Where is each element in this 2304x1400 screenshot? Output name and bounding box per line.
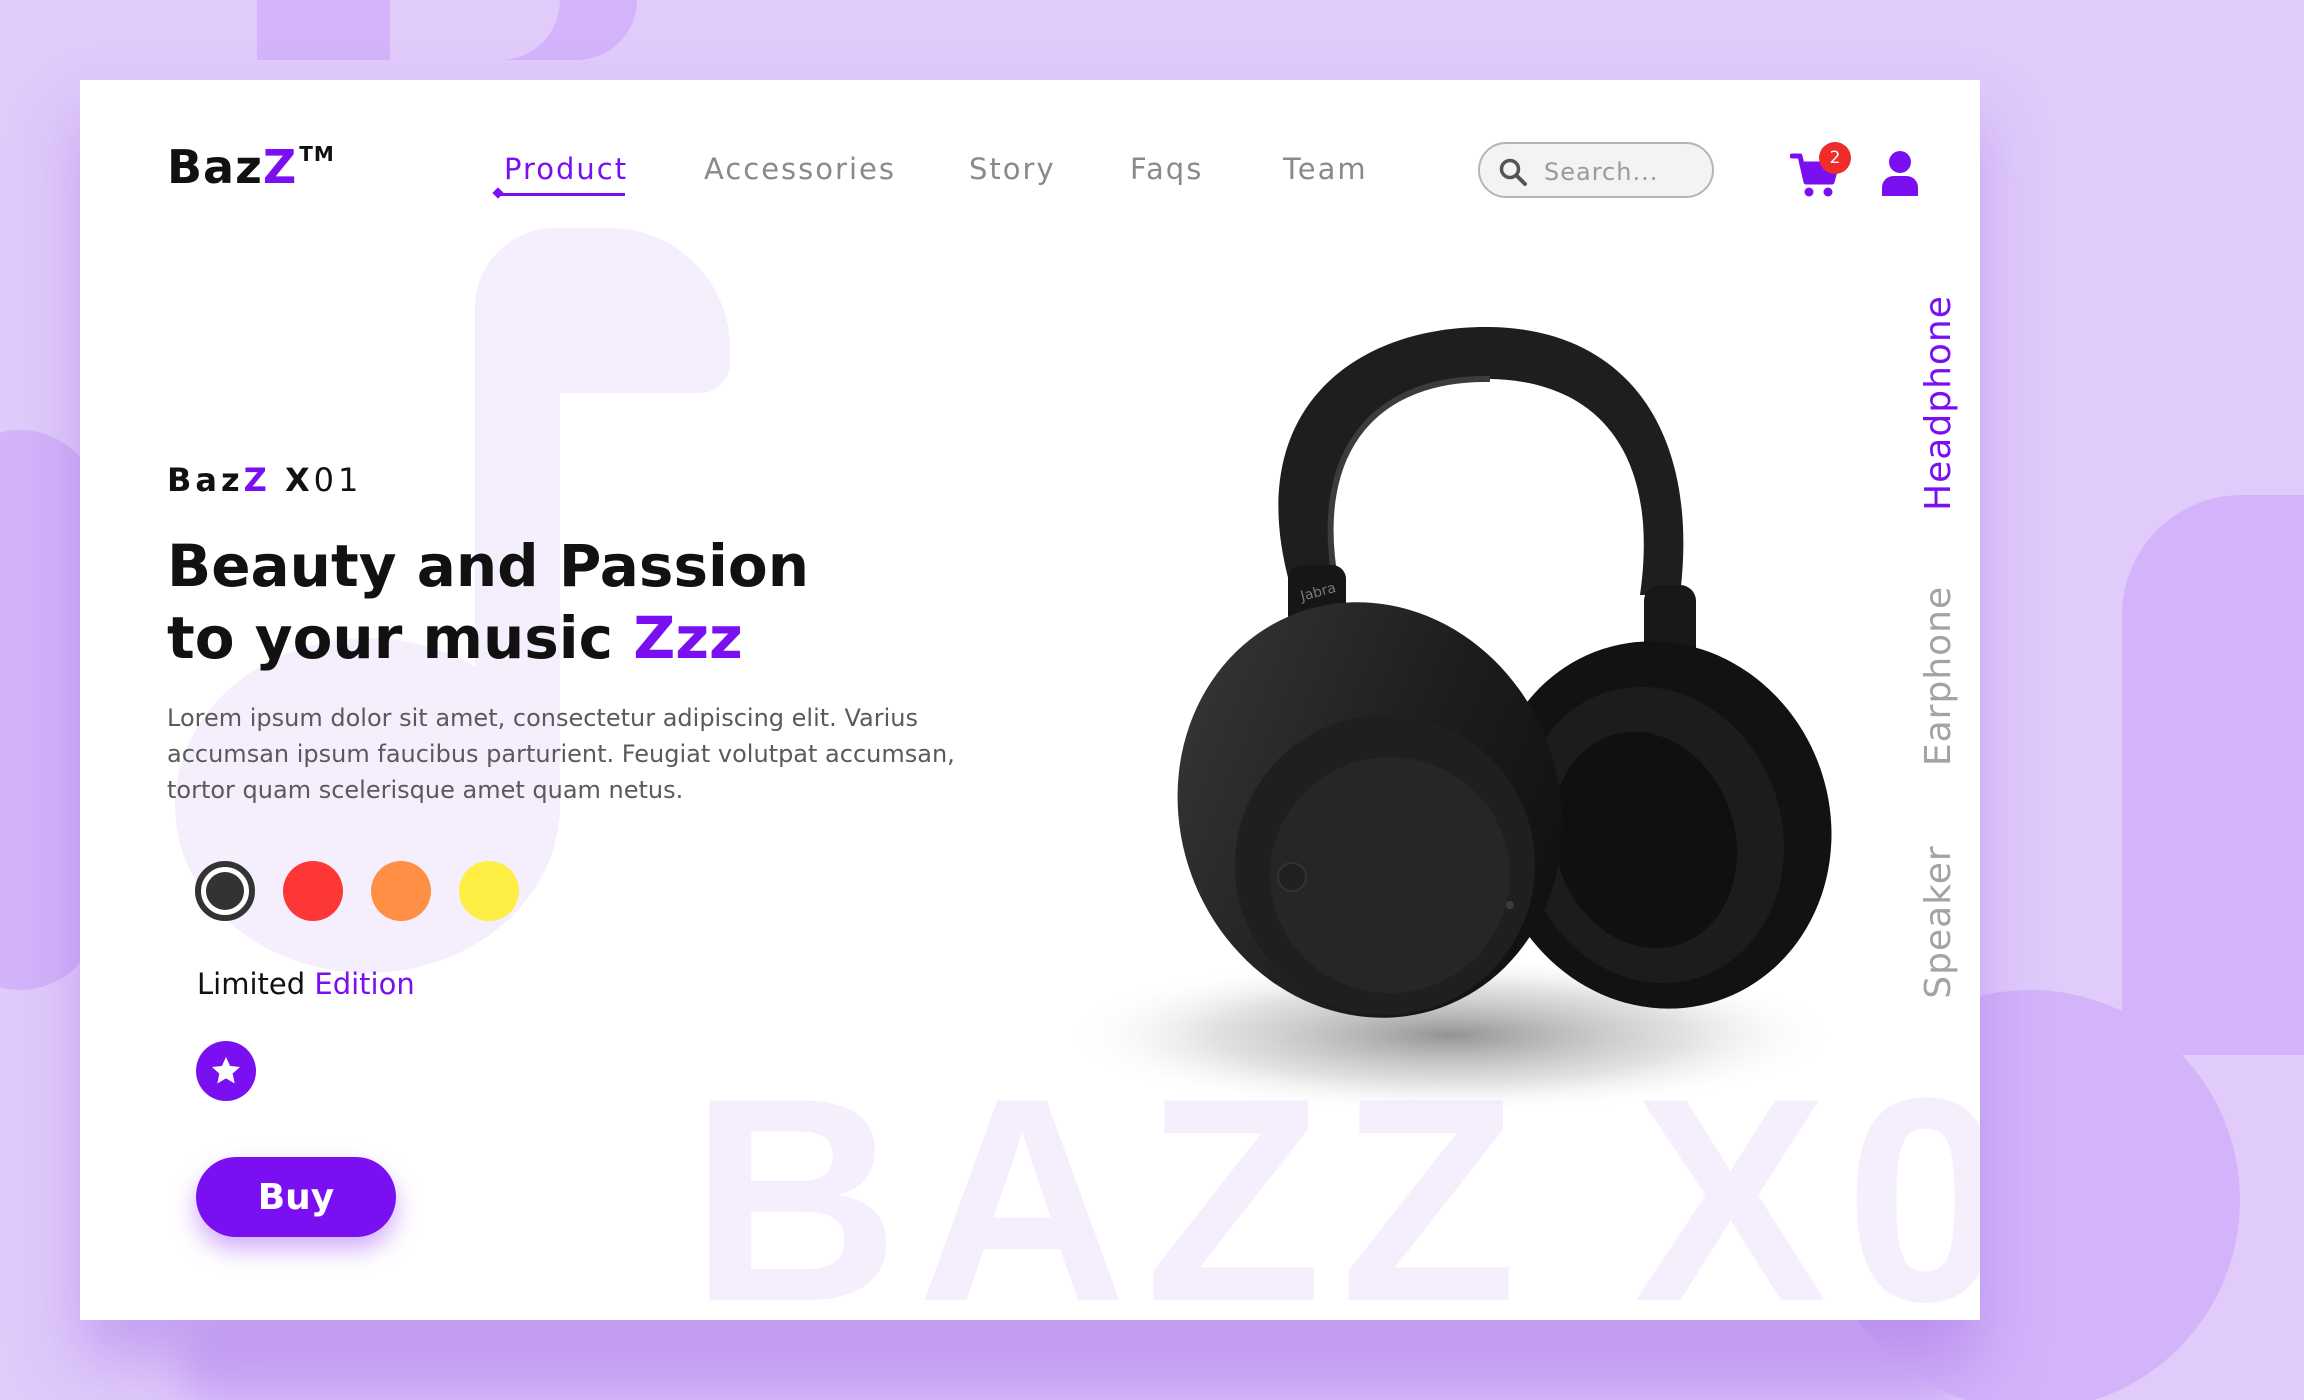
- nav-active-indicator: [497, 193, 625, 196]
- hero-description: Lorem ipsum dolor sit amet, consectetur …: [167, 704, 955, 804]
- headphones-image: Jabra: [1060, 326, 1840, 1115]
- swatch-black[interactable]: [195, 861, 255, 921]
- trademark-mark: TM: [299, 141, 335, 166]
- search-box[interactable]: [1478, 142, 1714, 198]
- product-image: Jabra: [1040, 265, 1920, 1135]
- nav-item-faqs[interactable]: Faqs: [1130, 152, 1203, 186]
- model-brand: Baz: [167, 461, 244, 499]
- category-tab-headphone[interactable]: Headphone: [1918, 288, 1964, 518]
- bg-decoration-bottom: [180, 1330, 1960, 1400]
- cart-button[interactable]: 2: [1790, 142, 1851, 200]
- search-icon: [1499, 158, 1527, 186]
- buy-button[interactable]: Buy: [196, 1157, 396, 1237]
- star-icon: [212, 1057, 240, 1084]
- headline-accent: Zzz: [633, 604, 743, 672]
- nav-item-story[interactable]: Story: [969, 152, 1056, 186]
- logo-name: Baz: [167, 140, 263, 194]
- category-tab-earphone[interactable]: Earphone: [1918, 583, 1964, 769]
- product-model: BazZ X01: [167, 461, 362, 499]
- model-series: X: [284, 461, 314, 499]
- edition-label: Limited Edition: [197, 967, 415, 1001]
- nav-item-accessories[interactable]: Accessories: [704, 152, 896, 186]
- category-tab-speaker[interactable]: Speaker: [1918, 842, 1964, 1002]
- model-brand-accent: Z: [243, 461, 271, 499]
- swatch-red[interactable]: [283, 861, 343, 921]
- user-icon[interactable]: [1880, 150, 1920, 196]
- swatch-orange[interactable]: [371, 861, 431, 921]
- logo-accent: Z: [262, 140, 298, 194]
- hero-headline: Beauty and Passion to your music Zzz: [167, 530, 809, 674]
- model-number: 01: [313, 461, 363, 499]
- landing-card: BAZZ X01 BazZTM Product Accessories Stor…: [80, 80, 1980, 1320]
- edition-accent: Edition: [314, 967, 415, 1001]
- cart-count-badge: 2: [1819, 142, 1851, 174]
- headline-line-1: Beauty and Passion: [167, 532, 809, 600]
- nav-item-team[interactable]: Team: [1283, 152, 1368, 186]
- bg-decoration-right: [2122, 495, 2304, 1055]
- headline-line-2: to your music: [167, 604, 634, 672]
- search-input[interactable]: [1542, 154, 1706, 190]
- edition-text: Limited: [197, 967, 306, 1001]
- swatch-yellow[interactable]: [459, 861, 519, 921]
- nav-item-product[interactable]: Product: [504, 152, 628, 186]
- brand-logo[interactable]: BazZ TM: [167, 140, 335, 194]
- favorite-button[interactable]: [196, 1041, 256, 1101]
